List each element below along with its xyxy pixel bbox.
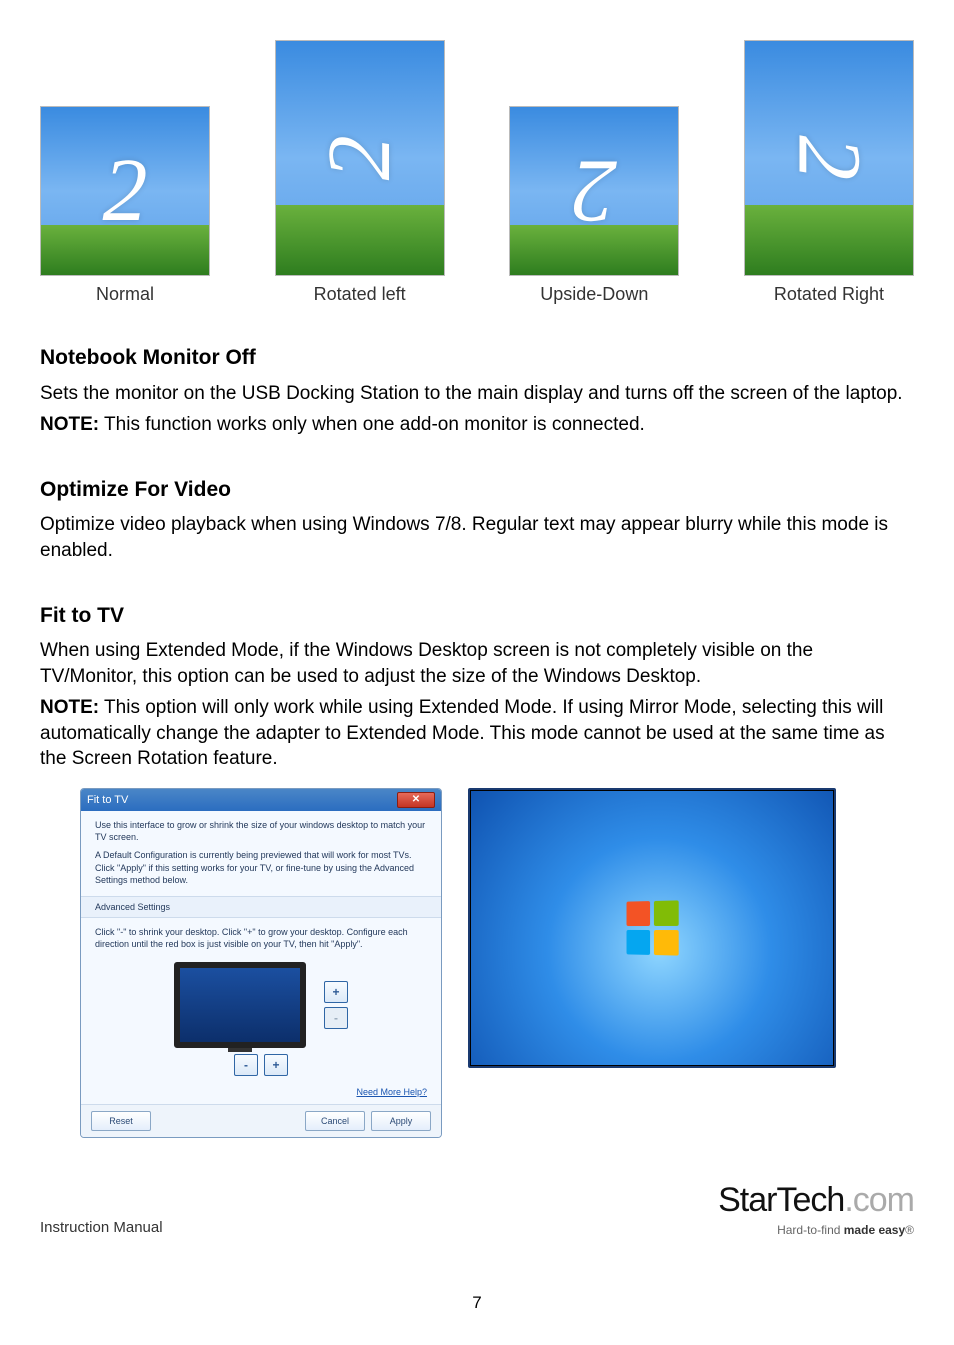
tv-preview-icon: [174, 962, 306, 1048]
note-label: NOTE:: [40, 697, 99, 718]
heading-notebook-monitor-off: Notebook Monitor Off: [40, 344, 914, 372]
tv-preview-row: + -: [95, 962, 427, 1048]
brand-dark: StarTech: [718, 1181, 844, 1219]
body-fit-to-tv-1: When using Extended Mode, if the Windows…: [40, 638, 914, 689]
note-notebook-monitor-off: NOTE: This function works only when one …: [40, 412, 914, 438]
page-footer: Instruction Manual StarTech.com Hard-to-…: [40, 1178, 914, 1238]
thumb-caption: Rotated left: [314, 282, 406, 306]
horizontal-steppers: - +: [95, 1054, 427, 1076]
thumb-glyph: 2: [572, 130, 617, 252]
note-fit-to-tv: NOTE: This option will only work while u…: [40, 695, 914, 772]
dialog-text-1: Use this interface to grow or shrink the…: [95, 819, 427, 843]
thumb-caption: Upside-Down: [540, 282, 648, 306]
thumb-caption: Rotated Right: [774, 282, 884, 306]
fit-to-tv-dialog: Fit to TV ✕ Use this interface to grow o…: [80, 788, 442, 1138]
advanced-settings-header: Advanced Settings: [81, 896, 441, 918]
tagline-pre: Hard-to-find: [777, 1223, 844, 1237]
grow-horizontal-button[interactable]: +: [264, 1054, 288, 1076]
fit-to-tv-figures: Fit to TV ✕ Use this interface to grow o…: [80, 788, 914, 1138]
thumb-caption: Normal: [96, 282, 154, 306]
brand-block: StarTech.com Hard-to-find made easy®: [718, 1178, 914, 1238]
note-label: NOTE:: [40, 414, 99, 435]
vertical-steppers: + -: [324, 981, 348, 1029]
dialog-text-2: A Default Configuration is currently bei…: [95, 849, 427, 885]
body-notebook-monitor-off: Sets the monitor on the USB Docking Stat…: [40, 381, 914, 407]
dialog-body-top: Use this interface to grow or shrink the…: [81, 811, 441, 896]
note-body: This option will only work while using E…: [40, 697, 885, 769]
reset-button[interactable]: Reset: [91, 1111, 151, 1131]
thumb-image-rotated-left: 2: [275, 40, 445, 276]
heading-optimize-for-video: Optimize For Video: [40, 476, 914, 504]
tagline-bold: made easy: [844, 1223, 905, 1237]
grow-vertical-button[interactable]: +: [324, 981, 348, 1003]
advanced-settings-text: Click "-" to shrink your desktop. Click …: [95, 926, 427, 950]
windows-desktop-preview: [468, 788, 836, 1068]
rotation-thumbnails: 2 Normal 2 Rotated left 2 Upside-Down 2 …: [40, 40, 914, 306]
thumb-upside-down: 2 Upside-Down: [509, 106, 679, 306]
need-more-help-link[interactable]: Need More Help?: [81, 1086, 441, 1104]
thumb-image-normal: 2: [40, 106, 210, 276]
footer-instruction-manual: Instruction Manual: [40, 1218, 163, 1238]
brand-tagline: Hard-to-find made easy®: [777, 1222, 914, 1238]
thumb-glyph: 2: [299, 136, 421, 181]
close-button[interactable]: ✕: [397, 792, 435, 808]
body-optimize-for-video: Optimize video playback when using Windo…: [40, 512, 914, 563]
brand-light: .com: [844, 1181, 914, 1219]
cancel-button[interactable]: Cancel: [305, 1111, 365, 1131]
thumb-glyph: 2: [103, 130, 148, 252]
thumb-image-rotated-right: 2: [744, 40, 914, 276]
dialog-button-row: Reset Cancel Apply: [81, 1104, 441, 1137]
dialog-body-advanced: Click "-" to shrink your desktop. Click …: [81, 918, 441, 1086]
shrink-vertical-button[interactable]: -: [324, 1007, 348, 1029]
page-number: 7: [472, 1292, 481, 1315]
thumb-rotated-left: 2 Rotated left: [275, 40, 445, 306]
heading-fit-to-tv: Fit to TV: [40, 602, 914, 630]
apply-button[interactable]: Apply: [371, 1111, 431, 1131]
thumb-rotated-right: 2 Rotated Right: [744, 40, 914, 306]
dialog-titlebar: Fit to TV ✕: [81, 789, 441, 811]
dialog-title: Fit to TV: [87, 793, 128, 808]
shrink-horizontal-button[interactable]: -: [234, 1054, 258, 1076]
thumb-image-upside-down: 2: [509, 106, 679, 276]
tagline-suffix: ®: [905, 1223, 914, 1237]
brand-logo: StarTech.com: [718, 1178, 914, 1224]
windows-logo-icon: [627, 900, 679, 955]
thumb-normal: 2 Normal: [40, 106, 210, 306]
note-body: This function works only when one add-on…: [99, 414, 645, 435]
thumb-glyph: 2: [768, 136, 890, 181]
